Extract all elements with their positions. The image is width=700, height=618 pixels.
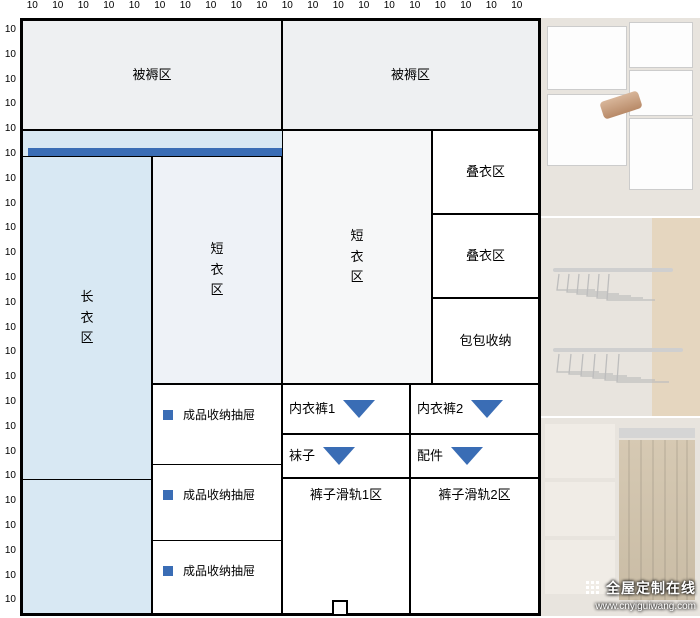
drawer-row-1: 成品收纳抽屉 [153,384,281,444]
photo-closet-interior: 全屋定制在线 www.cnyiguiwang.com [541,418,700,616]
short-hang-1-label: 短 衣 区 [210,239,223,301]
drawer-label: 成品收纳抽屉 [183,406,255,423]
socks-label: 袜子 [289,446,315,467]
zone-short-hang-2: 短 衣 区 [282,130,432,384]
zone-underwear-1: 内衣裤1 [282,384,410,434]
zone-fold-1: 叠衣区 [432,130,539,214]
drawer-icon [163,490,173,500]
drawer-row-3: 成品收纳抽屉 [153,540,281,600]
short-hang-2-label: 短 衣 区 [350,226,363,288]
zone-long-hang: 长 衣 区 [22,156,152,480]
photo-pullout-hanger [541,218,700,416]
watermark: 全屋定制在线 www.cnyiguiwang.com [585,580,696,612]
zone-quilt-right: 被褥区 [282,20,539,130]
zone-socks: 袜子 [282,434,410,478]
ruler-left: 1010101010101010101010101010101010101010… [0,18,18,618]
zone-underwear-2: 内衣裤2 [410,384,539,434]
drawer-label: 成品收纳抽屉 [183,562,255,579]
zone-bag-storage: 包包收纳 [432,298,539,384]
zone-accessories: 配件 [410,434,539,478]
drawer-label: 成品收纳抽屉 [183,486,255,503]
zone-fold-2: 叠衣区 [432,214,539,298]
zone-short-hang-1: 短 衣 区 [152,156,282,384]
arrow-down-icon [469,398,505,420]
arrow-down-icon [449,445,485,467]
zone-long-hang-bottom [22,480,152,614]
accessories-label: 配件 [417,446,443,467]
watermark-url: www.cnyiguiwang.com [595,601,696,612]
underwear-1-label: 内衣裤1 [289,399,335,420]
grid-logo-icon [585,580,603,598]
watermark-brand: 全屋定制在线 [606,580,696,596]
arrow-down-icon [341,398,377,420]
zone-pants-rail-1: 裤子滑轨1区 [282,478,410,614]
zone-pants-rail-2: 裤子滑轨2区 [410,478,539,614]
arrow-down-icon [321,445,357,467]
long-hang-label: 长 衣 区 [80,287,93,349]
drawer-row-2: 成品收纳抽屉 [153,464,281,524]
photo-column: 全屋定制在线 www.cnyiguiwang.com [541,18,700,616]
underwear-2-label: 内衣裤2 [417,399,463,420]
drawer-icon [163,410,173,420]
zone-quilt-left: 被褥区 [22,20,282,130]
photo-storage-drawers [541,18,700,216]
notch-marker [332,600,348,616]
drawer-icon [163,566,173,576]
ruler-top: 1010101010101010101010101010101010101010 [20,0,700,18]
wardrobe-plan: 一 一 被褥区 被褥区 长 衣 区 短 衣 区 短 衣 区 叠衣区 叠衣区 [20,18,541,616]
